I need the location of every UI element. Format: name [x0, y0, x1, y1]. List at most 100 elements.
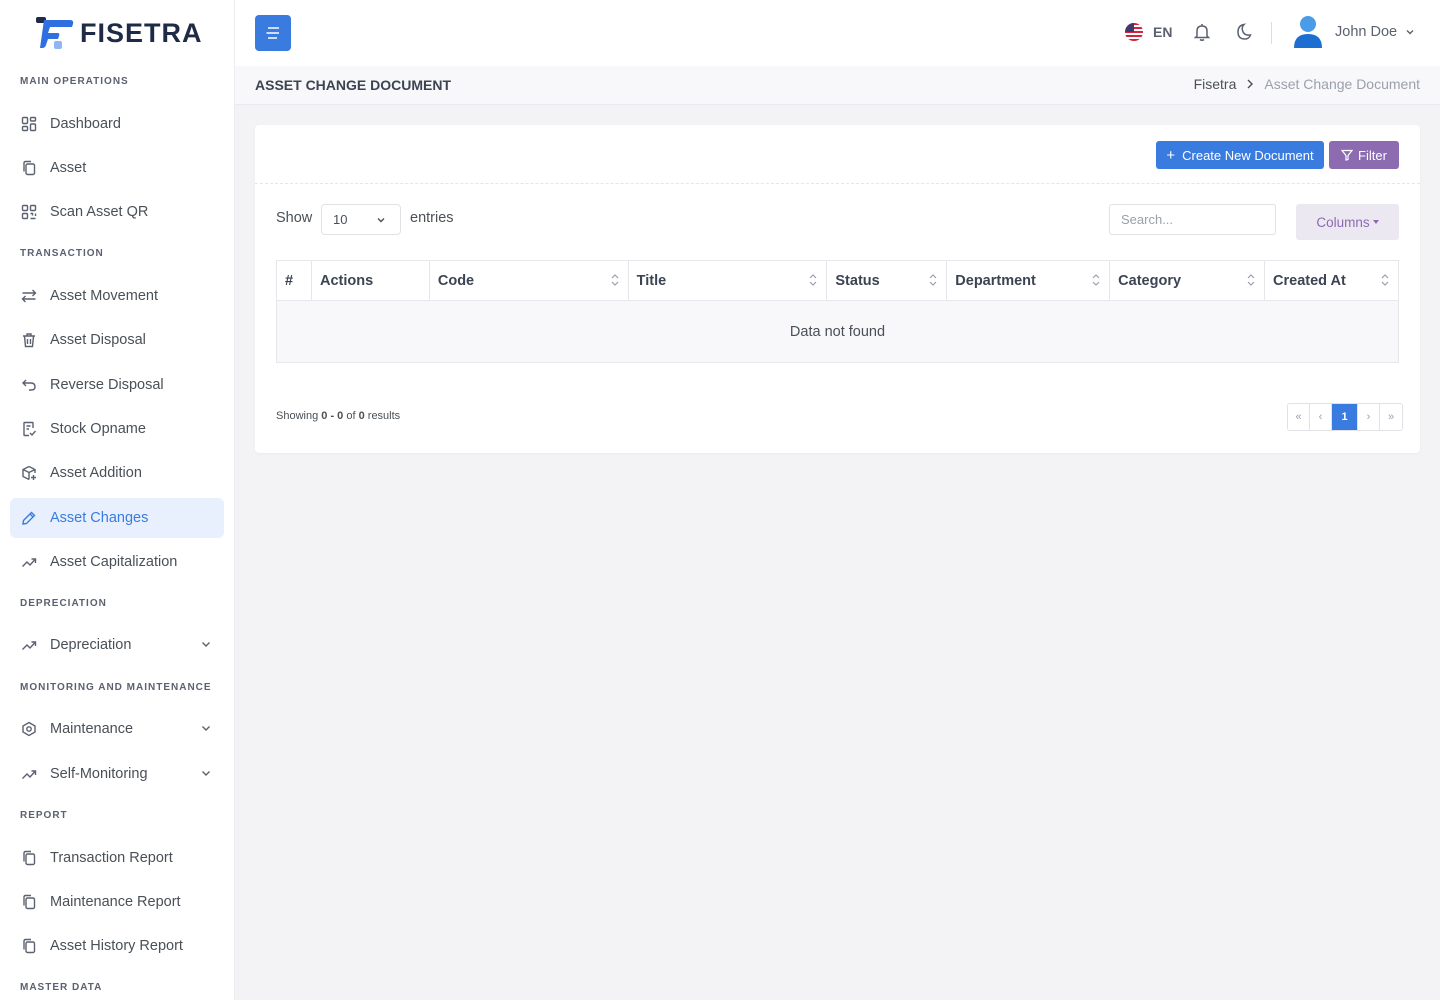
prev-page-button[interactable]: ‹	[1310, 404, 1332, 430]
card-header: + Create New Document Filter	[255, 125, 1420, 184]
chevron-down-icon	[377, 218, 385, 223]
column-header-created-at[interactable]: Created At	[1264, 260, 1399, 301]
page-title: ASSET CHANGE DOCUMENT	[255, 77, 452, 93]
top-header: EN John Doe	[235, 0, 1440, 66]
sidebar-item-label: Asset Capitalization	[50, 554, 178, 570]
language-selector[interactable]: EN	[1125, 23, 1172, 41]
filter-button[interactable]: Filter	[1329, 141, 1399, 169]
next-page-button[interactable]: ›	[1358, 404, 1380, 430]
sidebar-item-label: Self-Monitoring	[50, 766, 148, 782]
results-suffix: results	[367, 410, 401, 422]
section-title-master-data: MASTER DATA	[20, 982, 103, 993]
column-label: #	[285, 272, 294, 289]
entries-label: entries	[410, 210, 454, 226]
columns-button-label: Columns	[1316, 214, 1370, 230]
chevron-down-icon	[1406, 30, 1414, 35]
filter-button-label: Filter	[1358, 147, 1387, 163]
empty-state-message: Data not found	[276, 300, 1399, 363]
columns-toggle-button[interactable]: Columns	[1296, 204, 1399, 240]
column-header-actions: Actions	[310, 260, 430, 301]
theme-toggle-button[interactable]	[1235, 22, 1255, 45]
section-title-main-operations: MAIN OPERATIONS	[20, 76, 129, 87]
chevron-down-icon	[202, 726, 210, 731]
column-header-department[interactable]: Department	[946, 260, 1111, 301]
sidebar-item-label: Asset	[50, 160, 87, 176]
user-name: John Doe	[1335, 24, 1398, 40]
pagination: « ‹ 1 › »	[1287, 403, 1403, 431]
copy-icon	[20, 849, 38, 867]
fisetra-logo-icon	[36, 17, 74, 49]
sidebar-item-maintenance-report[interactable]: Maintenance Report	[10, 882, 224, 922]
sidebar-item-dashboard[interactable]: Dashboard	[10, 104, 224, 144]
results-of: of	[346, 410, 356, 422]
notification-button[interactable]	[1192, 22, 1212, 45]
sidebar-item-scan-asset-qr[interactable]: Scan Asset QR	[10, 192, 224, 232]
column-header-title[interactable]: Title	[627, 260, 828, 301]
column-label: Category	[1118, 272, 1182, 289]
section-title-depreciation: DEPRECIATION	[20, 598, 107, 609]
user-menu[interactable]: John Doe	[1293, 15, 1415, 49]
show-label: Show	[276, 210, 313, 226]
sort-icon	[1247, 274, 1255, 286]
last-page-button[interactable]: »	[1380, 404, 1402, 430]
results-range: 0 - 0	[321, 410, 344, 422]
grid-icon	[20, 115, 38, 133]
sort-icon	[1092, 274, 1100, 286]
section-title-report: REPORT	[20, 810, 68, 821]
sidebar-item-transaction-report[interactable]: Transaction Report	[10, 838, 224, 878]
chevron-down-icon	[202, 771, 210, 776]
copy-icon	[20, 937, 38, 955]
column-header-category[interactable]: Category	[1109, 260, 1266, 301]
box-plus-icon	[20, 464, 38, 482]
column-header-code[interactable]: Code	[428, 260, 629, 301]
sidebar-item-label: Asset Addition	[50, 465, 142, 481]
sidebar-item-asset[interactable]: Asset	[10, 148, 224, 188]
language-label: EN	[1153, 24, 1173, 40]
first-page-button[interactable]: «	[1288, 404, 1310, 430]
sidebar-item-asset-capitalization[interactable]: Asset Capitalization	[10, 542, 224, 582]
sidebar-item-maintenance[interactable]: Maintenance	[10, 709, 224, 749]
trash-icon	[20, 331, 38, 349]
sidebar-item-depreciation[interactable]: Depreciation	[10, 625, 224, 665]
moon-icon	[1237, 23, 1252, 40]
column-header-number: #	[276, 260, 312, 301]
plus-icon: +	[1166, 146, 1176, 164]
copy-icon	[20, 159, 38, 177]
hexagon-icon	[20, 720, 38, 738]
sidebar-item-asset-movement[interactable]: Asset Movement	[10, 276, 224, 316]
page-number-button[interactable]: 1	[1332, 404, 1358, 430]
breadcrumb-current: Asset Change Document	[1264, 76, 1420, 92]
pencil-icon	[20, 509, 38, 527]
sort-icon	[611, 274, 619, 286]
sidebar-item-label: Asset Disposal	[50, 332, 146, 348]
table-row: Data not found	[276, 300, 1399, 363]
sidebar-item-asset-history-report[interactable]: Asset History Report	[10, 926, 224, 966]
create-button-label: Create New Document	[1182, 147, 1314, 163]
arrows-icon	[20, 287, 38, 305]
trend-icon	[20, 636, 38, 654]
bell-icon	[1193, 24, 1211, 41]
results-total: 0	[358, 410, 365, 422]
sidebar-item-label: Asset History Report	[50, 938, 183, 954]
sidebar-item-reverse-disposal[interactable]: Reverse Disposal	[10, 365, 224, 405]
menu-toggle-button[interactable]	[255, 15, 291, 51]
header-divider	[1271, 22, 1272, 44]
undo-icon	[20, 376, 38, 394]
breadcrumb-link-home[interactable]: Fisetra	[1194, 76, 1237, 92]
chevron-right-icon	[1247, 79, 1254, 89]
entries-per-page-select[interactable]: 10	[321, 204, 401, 235]
clipboard-check-icon	[20, 420, 38, 438]
sidebar-item-asset-disposal[interactable]: Asset Disposal	[10, 320, 224, 360]
sidebar-item-stock-opname[interactable]: Stock Opname	[10, 409, 224, 449]
brand-logo[interactable]: FISETRA	[0, 0, 234, 66]
sidebar-item-asset-addition[interactable]: Asset Addition	[10, 453, 224, 493]
filter-icon	[1341, 149, 1354, 161]
sidebar-item-label: Depreciation	[50, 637, 132, 653]
menu-icon	[266, 27, 279, 39]
create-new-document-button[interactable]: + Create New Document	[1156, 141, 1324, 169]
sidebar-item-asset-changes[interactable]: Asset Changes	[10, 498, 224, 538]
sidebar-item-self-monitoring[interactable]: Self-Monitoring	[10, 754, 224, 794]
column-header-status[interactable]: Status	[826, 260, 948, 301]
table-header-row: # Actions Code Title Status Department C…	[276, 260, 1399, 301]
search-input[interactable]	[1109, 204, 1276, 235]
